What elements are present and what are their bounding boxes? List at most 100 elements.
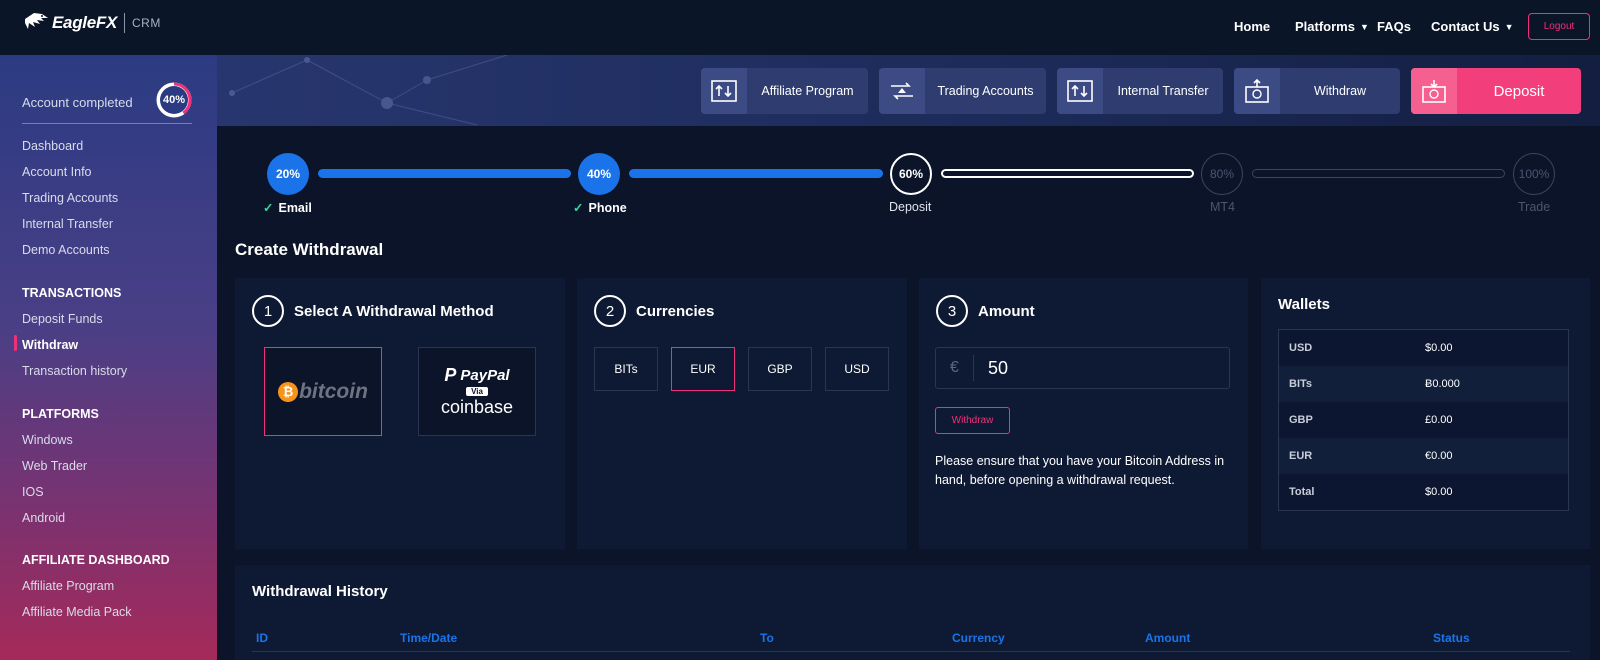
internal-transfer-icon [1057, 68, 1103, 114]
withdrawal-history-title: Withdrawal History [252, 583, 388, 600]
progress-label-deposit: Deposit [889, 200, 932, 214]
currency-gbp-button[interactable]: GBP [748, 347, 812, 391]
bitcoin-logo: ₿ bitcoin [278, 380, 368, 404]
column-header-id[interactable]: ID [256, 631, 268, 645]
progress-bar-1 [318, 169, 571, 178]
withdrawal-history-panel: Withdrawal History ID Time/Date To Curre… [235, 565, 1590, 660]
quick-deposit-button[interactable]: Deposit [1411, 68, 1581, 114]
step-number: 1 [252, 295, 284, 327]
progress-label-phone: ✓ Phone [573, 201, 627, 215]
column-header-amount[interactable]: Amount [1145, 631, 1190, 645]
progress-step-email: 20% [267, 153, 309, 195]
wallet-row: Total $0.00 [1279, 474, 1568, 510]
sidebar-item-account-info[interactable]: Account Info [22, 165, 92, 179]
progress-bar-4 [1252, 169, 1505, 178]
nav-platforms-label: Platforms [1295, 19, 1355, 34]
amount-card-header: 3 Amount [936, 295, 1035, 327]
affiliate-icon [701, 68, 747, 114]
page-title: Create Withdrawal [235, 240, 384, 259]
wallet-row: BITs Ƀ0.000 [1279, 366, 1568, 402]
sidebar-heading-transactions: TRANSACTIONS [22, 286, 122, 300]
wallets-card: Wallets USD $0.00 BITs Ƀ0.000 GBP £0.00 EUR… [1261, 278, 1590, 549]
withdraw-icon [1234, 68, 1280, 114]
nav-contact[interactable]: Contact Us ▼ [1431, 19, 1514, 34]
paypal-coinbase-logo: P PayPal Via coinbase [440, 365, 514, 417]
nav-platforms[interactable]: Platforms ▼ [1295, 19, 1369, 34]
euro-icon: € [936, 355, 974, 381]
quick-trading-accounts-button[interactable]: Trading Accounts [879, 68, 1046, 114]
progress-step-trade: 100% [1513, 153, 1555, 195]
progress-step-deposit: 60% [890, 153, 932, 195]
column-header-currency[interactable]: Currency [952, 631, 1005, 645]
trading-accounts-icon [879, 68, 925, 114]
completion-ring: 40% [156, 82, 192, 118]
step-number: 2 [594, 295, 626, 327]
withdraw-button[interactable]: Withdraw [935, 407, 1010, 434]
column-header-status[interactable]: Status [1433, 631, 1470, 645]
currencies-card-title: Currencies [636, 302, 715, 320]
chevron-down-icon: ▼ [1504, 21, 1514, 32]
sidebar-item-android[interactable]: Android [22, 511, 65, 525]
sidebar-item-affiliate-media-pack[interactable]: Affiliate Media Pack [22, 605, 132, 619]
sidebar-item-ios[interactable]: IOS [22, 485, 44, 499]
sidebar-item-transaction-history[interactable]: Transaction history [22, 364, 127, 378]
currency-eur-button[interactable]: EUR [671, 347, 735, 391]
sidebar-item-windows[interactable]: Windows [22, 433, 73, 447]
sidebar-item-dashboard[interactable]: Dashboard [22, 139, 83, 153]
withdrawal-method-card: 1 Select A Withdrawal Method ₿ bitcoin P… [235, 278, 565, 549]
method-bitcoin[interactable]: ₿ bitcoin [264, 347, 382, 436]
progress-label-mt4: MT4 [1210, 200, 1235, 214]
amount-input[interactable]: 50 [974, 358, 1008, 379]
wallet-row: EUR €0.00 [1279, 438, 1568, 474]
sidebar-item-affiliate-program[interactable]: Affiliate Program [22, 579, 114, 593]
sidebar-item-trading-accounts[interactable]: Trading Accounts [22, 191, 118, 205]
nav-home[interactable]: Home [1234, 19, 1270, 34]
method-paypal-coinbase[interactable]: P PayPal Via coinbase [418, 347, 536, 436]
currencies-card: 2 Currencies BITs EUR GBP USD [577, 278, 907, 549]
withdraw-note: Please ensure that you have your Bitcoin… [935, 454, 1225, 487]
sidebar-heading-affiliate: AFFILIATE DASHBOARD [22, 553, 170, 567]
logo-divider [123, 13, 125, 33]
wallet-row: USD $0.00 [1279, 330, 1568, 366]
progress-label-trade: Trade [1518, 200, 1551, 214]
amount-card: 3 Amount € 50 Withdraw Please ensure tha… [919, 278, 1248, 549]
column-header-time-date[interactable]: Time/Date [400, 631, 457, 645]
quick-trading-accounts-label: Trading Accounts [937, 84, 1034, 98]
quick-internal-transfer-button[interactable]: Internal Transfer [1057, 68, 1223, 114]
step-number: 3 [936, 295, 968, 327]
method-card-title: Select A Withdrawal Method [294, 302, 494, 320]
quick-withdraw-label: Withdraw [1313, 84, 1367, 98]
currency-usd-button[interactable]: USD [825, 347, 889, 391]
currency-bits-button[interactable]: BITs [594, 347, 658, 391]
sidebar-item-internal-transfer[interactable]: Internal Transfer [22, 217, 113, 231]
wallets-title: Wallets [1278, 296, 1330, 313]
currencies-card-header: 2 Currencies [594, 295, 714, 327]
logo[interactable]: EagleFX CRM [22, 9, 161, 37]
quick-withdraw-button[interactable]: Withdraw [1234, 68, 1400, 114]
sidebar-heading-platforms: PLATFORMS [22, 407, 99, 421]
sidebar: Account completed 40% Dashboard Account … [0, 55, 217, 660]
brand-name: EagleFX [52, 13, 117, 32]
sidebar-item-deposit-funds[interactable]: Deposit Funds [22, 312, 103, 326]
quick-affiliate-program-button[interactable]: Affiliate Program [701, 68, 868, 114]
wallet-row: GBP £0.00 [1279, 402, 1568, 438]
check-icon: ✓ [573, 201, 584, 215]
bitcoin-icon: ₿ [278, 381, 299, 402]
sidebar-item-web-trader[interactable]: Web Trader [22, 459, 87, 473]
completion-percent: 40% [162, 94, 186, 106]
sidebar-item-demo-accounts[interactable]: Demo Accounts [22, 243, 110, 257]
progress-bar-2 [629, 169, 883, 178]
deposit-icon [1411, 68, 1457, 114]
chevron-down-icon: ▼ [1359, 21, 1369, 32]
logout-button[interactable]: Logout [1528, 13, 1590, 40]
progress-label-email: ✓ Email [263, 201, 312, 215]
progress-step-phone: 40% [578, 153, 620, 195]
brand-sub: CRM [131, 16, 161, 30]
amount-field[interactable]: € 50 [935, 347, 1230, 389]
sidebar-item-withdraw[interactable]: Withdraw [22, 338, 78, 352]
column-header-to[interactable]: To [760, 631, 774, 645]
account-completion: Account completed 40% [22, 82, 192, 122]
quick-affiliate-program-label: Affiliate Program [761, 84, 854, 98]
nav-faqs[interactable]: FAQs [1377, 19, 1411, 34]
eagle-logo-icon [25, 13, 48, 29]
